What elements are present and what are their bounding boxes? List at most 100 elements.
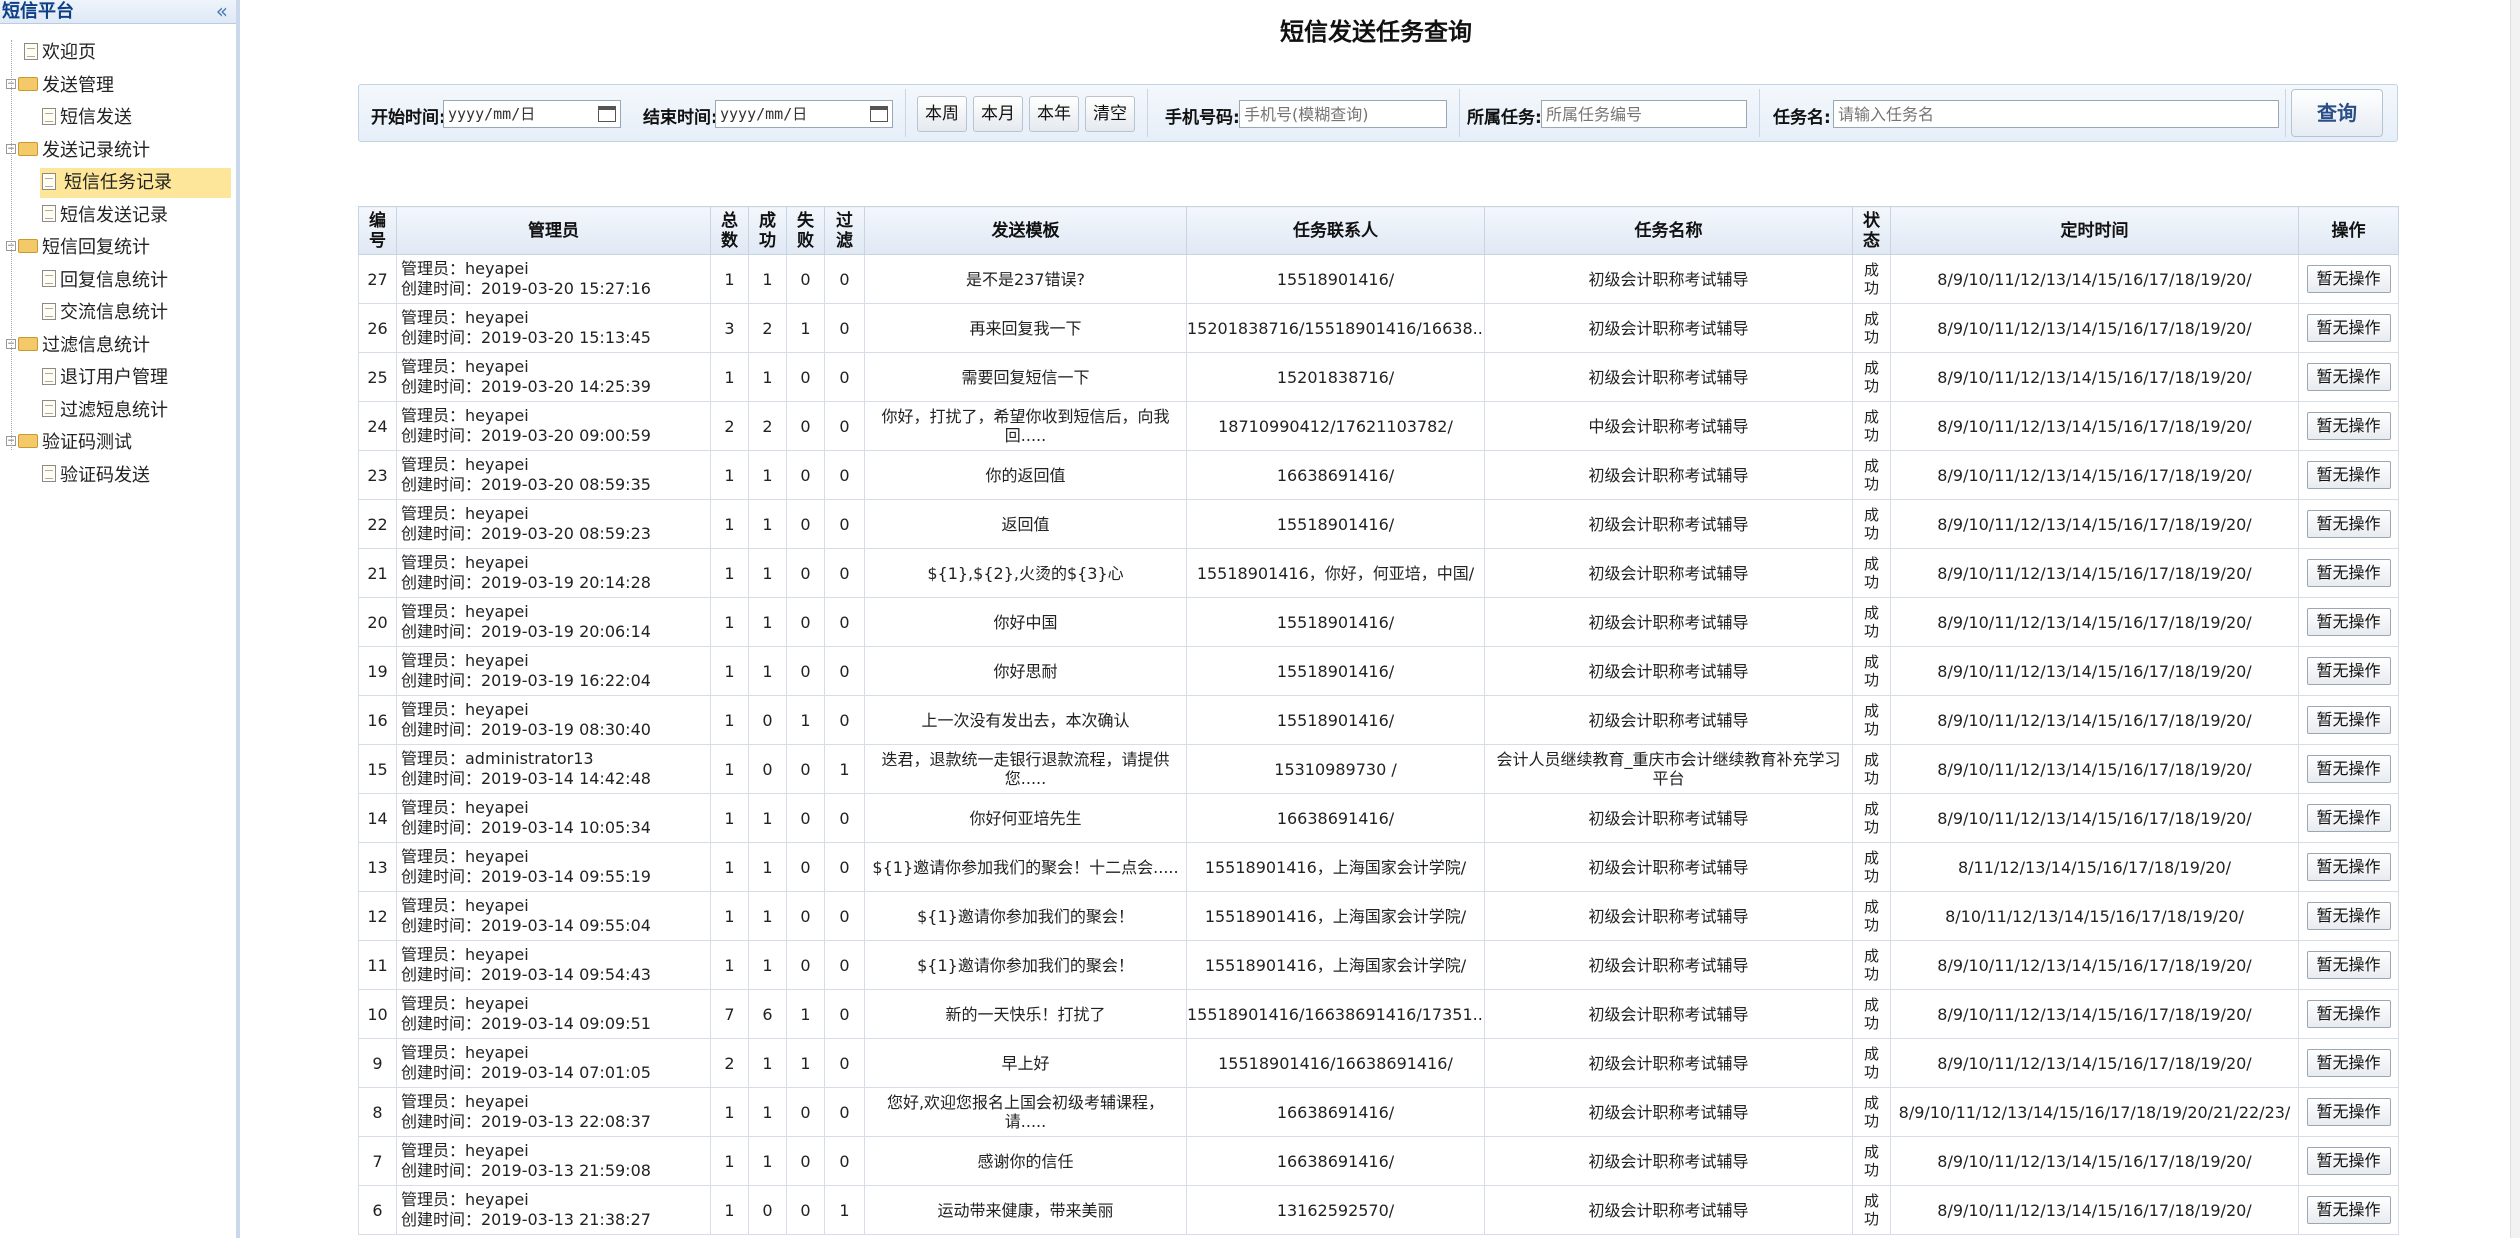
cell-fail: 0 — [786, 499, 825, 549]
sidebar-item[interactable]: 退订用户管理 — [42, 363, 168, 393]
cell-schedule: 8/9/10/11/12/13/14/15/16/17/18/19/20/ — [1890, 695, 2299, 745]
this-month-button[interactable]: 本月 — [973, 96, 1023, 132]
calendar-icon[interactable] — [598, 106, 616, 122]
no-operation-button[interactable]: 暂无操作 — [2306, 510, 2391, 538]
no-operation-button[interactable]: 暂无操作 — [2306, 755, 2391, 783]
cell-admin: 管理员：heyapei 创建时间：2019-03-19 08:30:40 — [396, 695, 711, 745]
cell-contacts: 15518901416，上海国家会计学院/ — [1186, 891, 1485, 941]
no-operation-button[interactable]: 暂无操作 — [2306, 314, 2391, 342]
cell-success: 1 — [748, 940, 787, 990]
page-scrollbar[interactable] — [2510, 0, 2520, 1238]
sidebar-item-label: 欢迎页 — [42, 42, 96, 63]
no-operation-button[interactable]: 暂无操作 — [2306, 412, 2391, 440]
clear-button[interactable]: 清空 — [1085, 96, 1135, 132]
cell-task-name: 初级会计职称考试辅导 — [1484, 1185, 1853, 1235]
calendar-icon[interactable] — [870, 106, 888, 122]
table-row: 19 管理员：heyapei 创建时间：2019-03-19 16:22:04 1 1 0… — [358, 646, 2399, 696]
created-time: 创建时间：2019-03-20 14:25:39 — [401, 377, 651, 396]
no-operation-button[interactable]: 暂无操作 — [2306, 363, 2391, 391]
table-row: 27 管理员：heyapei 创建时间：2019-03-20 15:27:16 1 1 0… — [358, 254, 2399, 304]
cell-filter: 0 — [824, 548, 865, 598]
cell-template: ${1}邀请你参加我们的聚会！ — [864, 891, 1187, 941]
admin-name: 管理员：heyapei — [401, 1141, 529, 1160]
sidebar-item[interactable]: − 发送记录统计 — [6, 136, 150, 166]
sidebar-item[interactable]: 短信任务记录 — [42, 168, 176, 198]
no-operation-button[interactable]: 暂无操作 — [2306, 461, 2391, 489]
created-time: 创建时间：2019-03-19 08:30:40 — [401, 720, 651, 739]
sidebar-item[interactable]: − 过滤信息统计 — [6, 331, 150, 361]
task-id-input[interactable] — [1541, 100, 1747, 128]
sidebar-item[interactable]: 短信发送记录 — [42, 201, 168, 231]
this-year-button[interactable]: 本年 — [1029, 96, 1079, 132]
cell-task-name: 会计人员继续教育_重庆市会计继续教育补充学习平台 — [1484, 744, 1853, 794]
sidebar-item[interactable]: − 短信回复统计 — [6, 233, 150, 263]
no-operation-button[interactable]: 暂无操作 — [2306, 804, 2391, 832]
cell-template: 返回值 — [864, 499, 1187, 549]
cell-schedule: 8/10/11/12/13/14/15/16/17/18/19/20/ — [1890, 891, 2299, 941]
sidebar-item[interactable]: − 发送管理 — [6, 71, 114, 101]
sidebar-item[interactable]: 欢迎页 — [24, 38, 96, 68]
cell-filter: 0 — [824, 499, 865, 549]
page-title: 短信发送任务查询 — [1280, 18, 1472, 46]
sidebar-item[interactable]: 短信发送 — [42, 103, 132, 133]
no-operation-button[interactable]: 暂无操作 — [2306, 706, 2391, 734]
no-operation-button[interactable]: 暂无操作 — [2306, 1098, 2391, 1126]
cell-fail: 0 — [786, 548, 825, 598]
cell-status: 成功 — [1852, 744, 1891, 794]
double-chevron-left-icon[interactable]: « — [216, 1, 228, 21]
sidebar-item[interactable]: 回复信息统计 — [42, 266, 168, 296]
sidebar-item-label: 发送管理 — [42, 74, 114, 96]
no-operation-button[interactable]: 暂无操作 — [2306, 1049, 2391, 1077]
no-operation-button[interactable]: 暂无操作 — [2306, 1147, 2391, 1175]
cell-filter: 0 — [824, 401, 865, 451]
cell-schedule: 8/9/10/11/12/13/14/15/16/17/18/19/20/ — [1890, 401, 2299, 451]
no-operation-button[interactable]: 暂无操作 — [2306, 853, 2391, 881]
sidebar-header: 短信平台 « — [0, 0, 236, 24]
start-date-input[interactable]: yyyy/mm/日 — [443, 100, 621, 128]
no-operation-button[interactable]: 暂无操作 — [2306, 608, 2391, 636]
col-header-id: 编号 — [358, 206, 397, 255]
cell-total: 3 — [710, 303, 749, 353]
no-operation-button[interactable]: 暂无操作 — [2306, 902, 2391, 930]
no-operation-button[interactable]: 暂无操作 — [2306, 265, 2391, 293]
no-operation-button[interactable]: 暂无操作 — [2306, 1196, 2391, 1224]
separator — [1147, 89, 1148, 137]
cell-template: ${1}邀请你参加我们的聚会！十二点会..... — [864, 842, 1187, 892]
cell-schedule: 8/9/10/11/12/13/14/15/16/17/18/19/20/21/… — [1890, 1087, 2299, 1137]
cell-status: 成功 — [1852, 940, 1891, 990]
this-week-button[interactable]: 本周 — [917, 96, 967, 132]
query-button[interactable]: 查询 — [2291, 89, 2383, 137]
end-date-input[interactable]: yyyy/mm/日 — [715, 100, 893, 128]
cell-contacts: 15518901416，上海国家会计学院/ — [1186, 940, 1485, 990]
phone-input[interactable] — [1239, 100, 1447, 128]
cell-status: 成功 — [1852, 401, 1891, 451]
sidebar-item-label: 短信任务记录 — [60, 172, 176, 193]
no-operation-button[interactable]: 暂无操作 — [2306, 657, 2391, 685]
cell-admin: 管理员：heyapei 创建时间：2019-03-14 10:05:34 — [396, 793, 711, 843]
cell-success: 1 — [748, 499, 787, 549]
sidebar-item[interactable]: 交流信息统计 — [42, 298, 168, 328]
cell-id: 6 — [358, 1185, 397, 1235]
cell-schedule: 8/9/10/11/12/13/14/15/16/17/18/19/20/ — [1890, 744, 2299, 794]
no-operation-button[interactable]: 暂无操作 — [2306, 951, 2391, 979]
cell-task-name: 初级会计职称考试辅导 — [1484, 891, 1853, 941]
sidebar-item[interactable]: − 验证码测试 — [6, 428, 132, 458]
cell-schedule: 8/9/10/11/12/13/14/15/16/17/18/19/20/ — [1890, 940, 2299, 990]
cell-status: 成功 — [1852, 303, 1891, 353]
table-header-row: 编号 管理员 总数 成功 失败 过滤 发送模板 任务联系人 任务名称 状态 定时… — [358, 206, 2399, 255]
task-name-input[interactable] — [1833, 100, 2279, 128]
cell-total: 1 — [710, 744, 749, 794]
file-icon — [42, 172, 56, 190]
no-operation-button[interactable]: 暂无操作 — [2306, 1000, 2391, 1028]
cell-filter: 0 — [824, 352, 865, 402]
folder-icon — [18, 76, 38, 91]
no-operation-button[interactable]: 暂无操作 — [2306, 559, 2391, 587]
sidebar-item[interactable]: 验证码发送 — [42, 461, 150, 491]
cell-filter: 0 — [824, 1087, 865, 1137]
cell-contacts: 15518901416/ — [1186, 646, 1485, 696]
cell-status: 成功 — [1852, 499, 1891, 549]
cell-success: 1 — [748, 1038, 787, 1088]
cell-id: 8 — [358, 1087, 397, 1137]
cell-id: 24 — [358, 401, 397, 451]
sidebar-item[interactable]: 过滤短息统计 — [42, 396, 168, 426]
